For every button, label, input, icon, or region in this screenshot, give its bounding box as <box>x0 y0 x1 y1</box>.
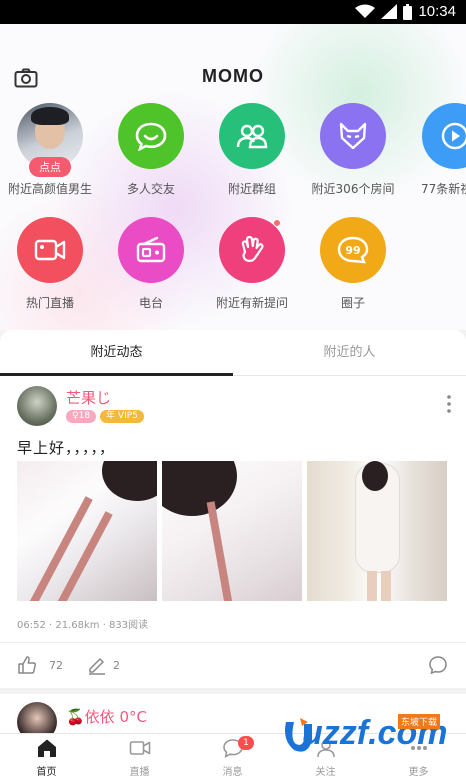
live-camera-icon <box>129 741 150 755</box>
svg-text:99: 99 <box>345 244 360 257</box>
grid-item-circles[interactable]: 99 圈子 <box>303 217 403 311</box>
post-username[interactable]: 🍒依依 0°C <box>66 706 147 727</box>
grid-item-nearby-groups[interactable]: 附近群组 <box>202 103 302 197</box>
dian-dian-badge: 点点 <box>29 157 71 177</box>
signal-icon <box>381 4 398 19</box>
post-photo[interactable] <box>307 461 447 601</box>
play-icon <box>422 103 466 169</box>
wifi-icon <box>355 4 376 18</box>
battery-icon <box>403 3 413 20</box>
grid-label: 电台 <box>138 296 163 310</box>
unread-badge: 1 <box>238 736 254 750</box>
grid-label: 附近有新提问 <box>215 296 288 310</box>
like-button[interactable]: 72 <box>17 655 63 675</box>
grid-item-radio[interactable]: 电台 <box>101 217 201 311</box>
clock: 10:34 <box>418 3 456 20</box>
radio-icon <box>118 217 184 283</box>
post-meta: 06:52 · 21.68km · 833阅读 <box>17 620 149 631</box>
post-actions: 72 2 <box>0 642 466 688</box>
post-photo[interactable] <box>162 461 302 601</box>
avatar[interactable] <box>17 386 57 426</box>
grid-label: 77条新视 <box>421 182 466 196</box>
watermark: uzzf.com 东坡下载 <box>280 712 466 770</box>
hand-wave-icon <box>219 217 285 283</box>
grid-item-nearby-rooms[interactable]: 附近306个房间 <box>303 103 403 197</box>
nav-live[interactable]: 直播 <box>93 738 186 777</box>
pencil-icon <box>89 658 105 675</box>
discover-header: MOMO 点点 附近高颜值男生 多人交友 附近群组 附近306个房间 77条新视 <box>0 24 466 330</box>
grid-item-new-videos[interactable]: 77条新视 <box>404 103 466 197</box>
grid-label: 附近群组 <box>227 182 276 196</box>
grid-label: 热门直播 <box>25 296 74 310</box>
grid-label: 附近306个房间 <box>311 182 395 196</box>
status-bar: 10:34 <box>0 0 466 24</box>
quote-99-icon: 99 <box>320 217 386 283</box>
grid-item-hot-live[interactable]: 热门直播 <box>0 217 100 311</box>
app-logo: MOMO <box>202 66 264 86</box>
comment-count: 2 <box>113 658 120 672</box>
home-icon <box>37 739 56 757</box>
grid-label: 圈子 <box>340 296 365 310</box>
more-options-icon[interactable] <box>446 394 452 414</box>
nav-messages[interactable]: 1 消息 <box>186 736 279 777</box>
chat-bubble-icon <box>429 656 447 675</box>
vip-badge: 年 VIP5 <box>100 410 144 423</box>
post-username[interactable]: 芒果じ <box>66 387 111 408</box>
tab-nearby-posts[interactable]: 附近动态 <box>0 330 233 376</box>
feed-post-card[interactable]: 芒果じ ♀18 年 VIP5 早上好，，，，， 06:52 · 21.68km … <box>0 376 466 688</box>
thumbs-up-icon <box>18 656 37 674</box>
tab-nearby-people[interactable]: 附近的人 <box>233 330 466 376</box>
nav-label: 消息 <box>222 767 243 777</box>
watermark-sub: 东坡下载 <box>398 714 441 729</box>
grid-label: 附近高颜值男生 <box>7 182 92 196</box>
feed-tabs: 附近动态 附近的人 <box>0 330 466 376</box>
notification-dot <box>273 219 281 227</box>
age-gender-badge: ♀18 <box>66 410 97 423</box>
nav-label: 直播 <box>129 767 150 777</box>
nav-label: 首页 <box>36 767 57 777</box>
chat-button[interactable] <box>428 655 448 675</box>
like-count: 72 <box>49 658 63 672</box>
group-people-icon <box>219 103 285 169</box>
grid-label: 多人交友 <box>126 182 175 196</box>
nav-home[interactable]: 首页 <box>0 738 93 777</box>
grid-item-nearby-handsome[interactable]: 点点 附近高颜值男生 <box>0 103 100 197</box>
post-photo[interactable] <box>17 461 157 601</box>
comment-edit-button[interactable]: 2 <box>87 655 120 675</box>
grid-item-group-chat[interactable]: 多人交友 <box>101 103 201 197</box>
chat-bubble-smile-icon <box>118 103 184 169</box>
grid-item-new-questions[interactable]: 附近有新提问 <box>202 217 302 311</box>
video-camera-icon <box>17 217 83 283</box>
post-text: 早上好，，，，， <box>17 439 116 457</box>
fox-mask-icon <box>320 103 386 169</box>
